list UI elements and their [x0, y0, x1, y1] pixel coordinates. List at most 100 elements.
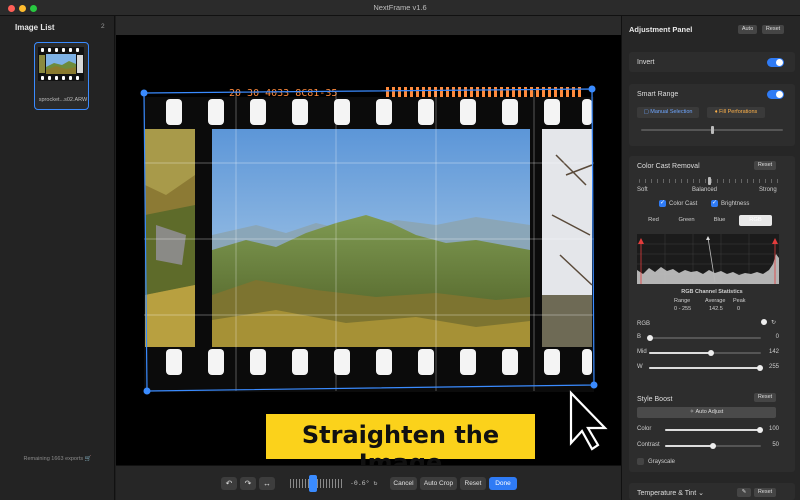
remaining-exports: Remaining 1663 exports 🛒: [23, 456, 92, 462]
stats-value-peak: 0: [737, 306, 741, 312]
color-cast-reset-button[interactable]: Reset: [754, 161, 776, 170]
image-list-title: Image List: [15, 23, 55, 32]
white-point-value: 255: [768, 364, 779, 370]
color-cast-slider[interactable]: [639, 177, 781, 185]
balanced-label: Balanced: [692, 187, 718, 193]
smart-range-label: Smart Range: [637, 91, 679, 98]
thumbnail-preview: [38, 47, 84, 81]
rotate-left-icon[interactable]: ↶: [221, 477, 237, 490]
title-bar: NextFrame v1.6: [0, 0, 800, 16]
image-count: 2: [101, 23, 105, 30]
contrast-knob[interactable]: [710, 443, 716, 449]
flame-icon: ♦: [714, 109, 718, 115]
invert-toggle[interactable]: [767, 58, 784, 67]
channel-tab-red[interactable]: Red: [637, 215, 670, 226]
crop-handle-bottom-left: [143, 387, 151, 395]
eyedropper-icon[interactable]: ✎: [737, 488, 751, 497]
temperature-reset-button[interactable]: Reset: [754, 488, 776, 497]
smart-range-knob[interactable]: [711, 126, 714, 134]
image-canvas[interactable]: 20 30 4033 8C81-35: [116, 35, 621, 465]
rgb-label: RGB: [637, 321, 651, 327]
bottom-toolbar: ↶ ↷ ↔ -0.6° ↻ Cancel Auto Crop Reset Don…: [116, 465, 621, 500]
strong-label: Strong: [759, 187, 777, 193]
mid-value: 142: [768, 349, 779, 355]
cancel-button[interactable]: Cancel: [390, 477, 417, 490]
contrast-label: Contrast: [637, 442, 660, 448]
color-cast-section: Color Cast Removal Reset Soft Balanced S…: [629, 156, 795, 395]
soft-label: Soft: [637, 187, 648, 193]
cart-icon[interactable]: 🛒: [85, 456, 92, 462]
pointer-cursor-icon: [569, 390, 608, 451]
stats-header-range: Range: [674, 298, 691, 304]
window-title: NextFrame v1.6: [373, 3, 427, 12]
smart-range-toggle[interactable]: [767, 90, 784, 99]
adjustment-panel: Adjustment Panel Auto Reset Invert Smart…: [621, 16, 800, 500]
style-boost-title: Style Boost: [637, 396, 673, 403]
film-scan-preview: 20 30 4033 8C81-35: [140, 85, 608, 451]
color-cast-checkbox[interactable]: ✓: [659, 200, 666, 207]
color-boost-label: Color: [637, 426, 652, 432]
flip-horizontal-icon[interactable]: ↔: [259, 477, 275, 490]
contrast-value: 50: [772, 442, 779, 448]
panel-title: Adjustment Panel: [629, 25, 693, 34]
black-point-label: B: [637, 334, 642, 340]
temperature-tint-title: Temperature & Tint ⌄: [637, 490, 704, 497]
contrast-slider[interactable]: [665, 443, 761, 449]
square-icon: ▢: [643, 109, 649, 115]
auto-button[interactable]: Auto: [738, 25, 757, 34]
invert-label: Invert: [637, 59, 655, 66]
mid-label: Mid: [637, 349, 647, 355]
black-point-slider[interactable]: [647, 335, 761, 341]
canvas-header: [116, 16, 621, 35]
reset-button[interactable]: Reset: [460, 477, 486, 490]
grayscale-label: Grayscale: [648, 459, 676, 465]
style-boost-section: Style Boost Reset ✧ Auto Adjust Color 10…: [629, 390, 795, 472]
auto-crop-button[interactable]: Auto Crop: [420, 477, 457, 490]
crop-handle-bottom-right: [590, 381, 598, 389]
brightness-checkbox[interactable]: ✓: [711, 200, 718, 207]
manual-selection-button[interactable]: ▢ Manual Selection: [637, 107, 699, 118]
brightness-check-label: Brightness: [721, 201, 750, 207]
grayscale-checkbox[interactable]: [637, 458, 644, 465]
stats-value-average: 142.5: [709, 306, 723, 312]
color-boost-value: 100: [768, 426, 779, 432]
channel-tab-green[interactable]: Green: [670, 215, 703, 226]
caption-banner: Straighten the Image: [266, 414, 535, 477]
crop-handle-top-left: [140, 89, 148, 97]
panel-reset-button[interactable]: Reset: [762, 25, 784, 34]
thumbnail-filename: sprocket...s02.ARW: [38, 97, 88, 103]
fill-perforations-button[interactable]: ♦ Fill Perforations: [707, 107, 765, 118]
histogram: [637, 234, 779, 284]
stats-header-peak: Peak: [733, 298, 746, 304]
white-point-label: W: [637, 364, 643, 370]
rotate-right-icon[interactable]: ↷: [240, 477, 256, 490]
style-boost-reset-button[interactable]: Reset: [754, 393, 776, 402]
black-point-value: 0: [775, 334, 779, 340]
color-cast-knob[interactable]: [708, 177, 711, 185]
done-button[interactable]: Done: [489, 477, 517, 490]
film-edge-code: 20 30 4033 8C81-35: [229, 88, 337, 99]
reset-angle-icon[interactable]: ↻: [374, 479, 378, 487]
channel-tab-blue[interactable]: Blue: [703, 215, 736, 226]
rgb-reset-icon[interactable]: ↻: [771, 319, 776, 326]
image-list-sidebar: Image List 2 sprocket...s02.ARW Remainin…: [0, 16, 115, 500]
white-point-slider[interactable]: [649, 365, 763, 371]
channel-tab-rgb[interactable]: RGB: [739, 215, 772, 226]
temperature-tint-section: Temperature & Tint ⌄ ✎ Reset: [629, 483, 795, 500]
black-point-knob[interactable]: [647, 335, 653, 341]
color-cast-check-label: Color Cast: [669, 201, 698, 207]
color-cast-title: Color Cast Removal: [637, 163, 700, 170]
angle-ruler-knob[interactable]: [309, 475, 317, 492]
stats-title: RGB Channel Statistics: [681, 289, 743, 295]
magic-wand-icon: ✧: [689, 409, 695, 415]
smart-range-slider[interactable]: [641, 126, 783, 134]
chevron-down-icon[interactable]: ⌄: [698, 490, 704, 497]
auto-adjust-button[interactable]: ✧ Auto Adjust: [637, 407, 776, 418]
mid-knob[interactable]: [708, 350, 714, 356]
angle-readout: -0.6° ↻: [350, 479, 378, 487]
stats-header-average: Average: [705, 298, 726, 304]
crop-handle-top-right: [588, 85, 596, 93]
rgb-color-dot-icon[interactable]: [761, 319, 767, 325]
color-boost-slider[interactable]: [665, 427, 763, 433]
mid-slider[interactable]: [649, 350, 761, 356]
